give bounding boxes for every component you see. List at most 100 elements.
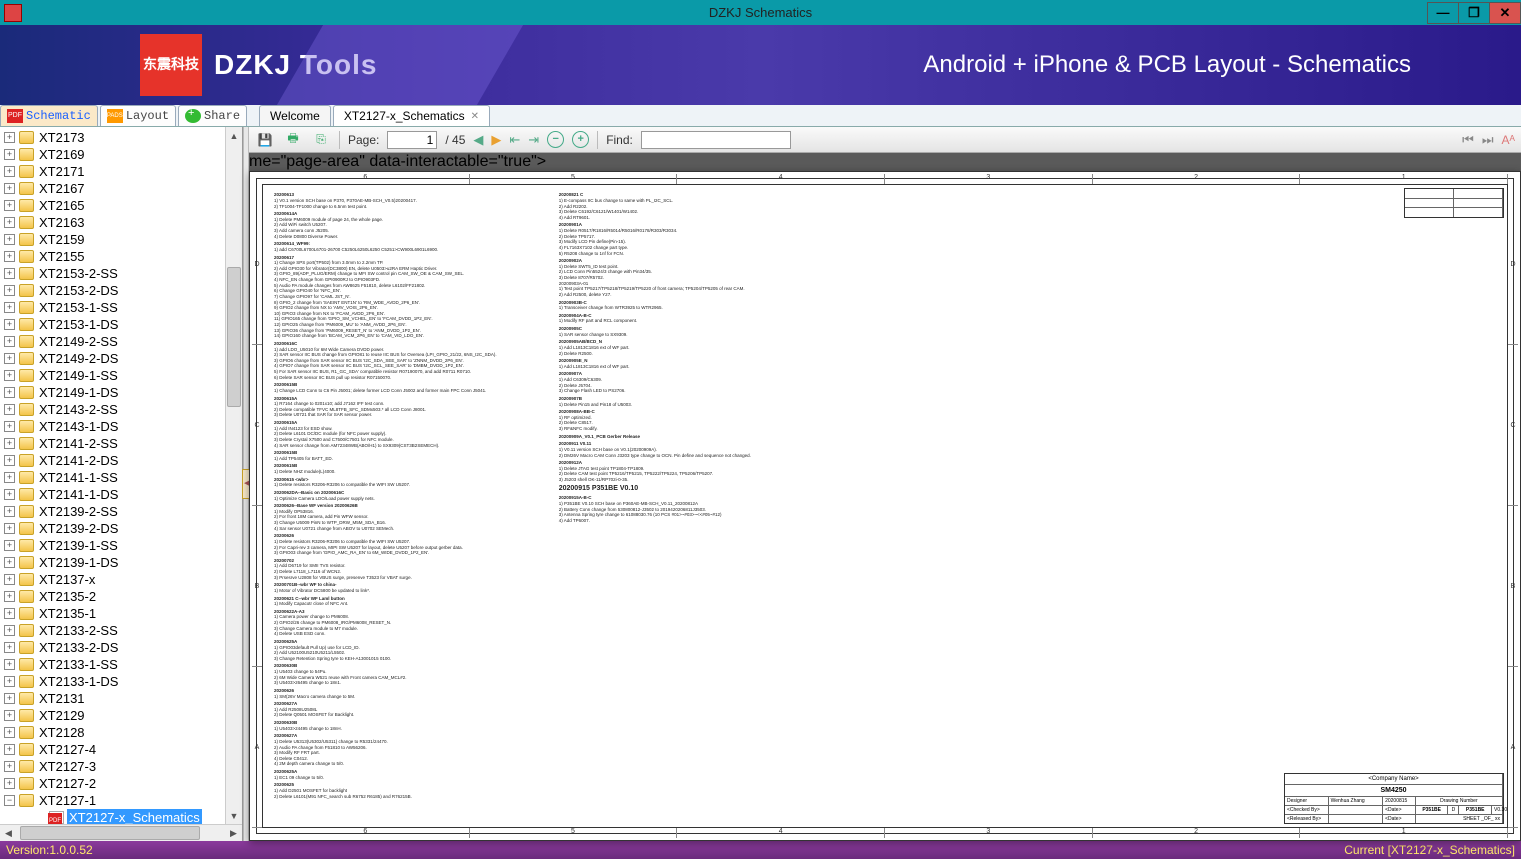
zoom-in-icon[interactable]: + [572,131,589,148]
device-tree[interactable]: +XT2173+XT2169+XT2171+XT2167+XT2165+XT21… [0,127,242,824]
tree-item[interactable]: +XT2133-1-DS [4,673,242,690]
tree-item[interactable]: +XT2149-1-DS [4,384,242,401]
tree-item[interactable]: +XT2153-2-DS [4,282,242,299]
expand-icon[interactable]: + [4,608,15,619]
expand-icon[interactable]: + [4,268,15,279]
tree-item[interactable]: +XT2133-2-SS [4,622,242,639]
expand-icon[interactable]: + [4,149,15,160]
tool-tab-schematic[interactable]: PDF Schematic [0,105,98,126]
expand-icon[interactable]: + [4,200,15,211]
tool-tab-layout[interactable]: PADS Layout [100,105,176,126]
expand-icon[interactable]: + [4,404,15,415]
maximize-button[interactable]: ❐ [1458,2,1490,24]
vertical-scrollbar[interactable]: ▲ ▼ [225,127,242,824]
expand-icon[interactable]: + [4,353,15,364]
tree-item[interactable]: +XT2155 [4,248,242,265]
tree-item[interactable]: +XT2149-2-SS [4,333,242,350]
tree-item[interactable]: +XT2149-2-DS [4,350,242,367]
close-button[interactable]: ✕ [1489,2,1521,24]
expand-icon[interactable]: + [4,676,15,687]
scroll-thumb[interactable] [20,826,200,840]
tree-item[interactable]: +XT2143-1-DS [4,418,242,435]
expand-icon[interactable]: + [4,166,15,177]
expand-icon[interactable]: + [4,693,15,704]
expand-icon[interactable]: + [4,727,15,738]
expand-icon[interactable]: + [4,659,15,670]
tree-item[interactable]: +XT2153-2-SS [4,265,242,282]
tree-item[interactable]: +XT2135-1 [4,605,242,622]
tree-item[interactable]: +XT2135-2 [4,588,242,605]
minimize-button[interactable]: — [1427,2,1459,24]
expand-icon[interactable]: + [4,523,15,534]
scroll-left-icon[interactable]: ◀ [0,825,17,842]
expand-icon[interactable]: + [4,761,15,772]
expand-icon[interactable]: + [4,370,15,381]
expand-icon[interactable]: + [4,557,15,568]
horizontal-scrollbar[interactable]: ◀ ▶ [0,824,242,841]
expand-icon[interactable]: + [4,710,15,721]
tree-item[interactable]: +XT2167 [4,180,242,197]
collapse-icon[interactable]: − [4,795,15,806]
scroll-down-icon[interactable]: ▼ [226,807,242,824]
tree-item[interactable]: +XT2153-1-SS [4,299,242,316]
tree-item[interactable]: +XT2139-1-DS [4,554,242,571]
tree-item[interactable]: +XT2141-1-SS [4,469,242,486]
tree-item[interactable]: +XT2137-x [4,571,242,588]
expand-icon[interactable]: + [4,234,15,245]
expand-icon[interactable]: + [4,472,15,483]
tree-item-expanded[interactable]: −XT2127-1 [4,792,242,809]
page-input[interactable] [387,131,437,149]
expand-icon[interactable]: + [4,591,15,602]
tree-item[interactable]: +XT2141-2-SS [4,435,242,452]
expand-icon[interactable]: + [4,302,15,313]
expand-icon[interactable]: + [4,251,15,262]
expand-icon[interactable]: + [4,455,15,466]
tree-item[interactable]: +XT2159 [4,231,242,248]
tree-item[interactable]: +XT2127-3 [4,758,242,775]
doc-tab-welcome[interactable]: Welcome [259,105,331,126]
tree-item[interactable]: +XT2133-2-DS [4,639,242,656]
tree-item[interactable]: +XT2173 [4,129,242,146]
tree-item[interactable]: +XT2127-2 [4,775,242,792]
tree-item[interactable]: +XT2141-2-DS [4,452,242,469]
scroll-right-icon[interactable]: ▶ [225,825,242,842]
find-prev-icon[interactable]: ⏮ [1462,132,1474,148]
copy-icon[interactable]: ⎘ [311,130,331,150]
tree-item[interactable]: +XT2165 [4,197,242,214]
next-page-icon[interactable]: ▶ [491,132,501,148]
print-icon[interactable]: 🖶 [283,130,303,150]
expand-icon[interactable]: + [4,506,15,517]
expand-icon[interactable]: + [4,625,15,636]
expand-icon[interactable]: + [4,319,15,330]
tree-item[interactable]: +XT2139-1-SS [4,537,242,554]
expand-icon[interactable]: + [4,489,15,500]
tree-item[interactable]: +XT2139-2-SS [4,503,242,520]
expand-icon[interactable]: + [4,217,15,228]
last-page-icon[interactable]: ⇥ [528,132,539,148]
expand-icon[interactable]: + [4,744,15,755]
expand-icon[interactable]: + [4,421,15,432]
zoom-out-icon[interactable]: − [547,131,564,148]
expand-icon[interactable]: + [4,574,15,585]
text-size-icon[interactable]: Aᴬ [1502,133,1515,147]
tree-item[interactable]: +XT2131 [4,690,242,707]
tree-item[interactable]: +XT2139-2-DS [4,520,242,537]
save-icon[interactable]: 💾 [255,130,275,150]
find-next-icon[interactable]: ⏭ [1482,132,1494,148]
find-input[interactable] [641,131,791,149]
expand-icon[interactable]: + [4,183,15,194]
tree-item[interactable]: +XT2128 [4,724,242,741]
expand-icon[interactable]: + [4,336,15,347]
close-tab-icon[interactable]: ✕ [471,111,479,122]
tree-item[interactable]: +XT2163 [4,214,242,231]
scroll-thumb[interactable] [227,267,241,407]
expand-icon[interactable]: + [4,387,15,398]
expand-icon[interactable]: + [4,438,15,449]
doc-tab-schematics[interactable]: XT2127-x_Schematics ✕ [333,105,490,126]
expand-icon[interactable]: + [4,132,15,143]
expand-icon[interactable]: + [4,540,15,551]
tree-item[interactable]: +XT2141-1-DS [4,486,242,503]
tree-item[interactable]: +XT2127-4 [4,741,242,758]
expand-icon[interactable]: + [4,285,15,296]
tree-item[interactable]: +XT2143-2-SS [4,401,242,418]
